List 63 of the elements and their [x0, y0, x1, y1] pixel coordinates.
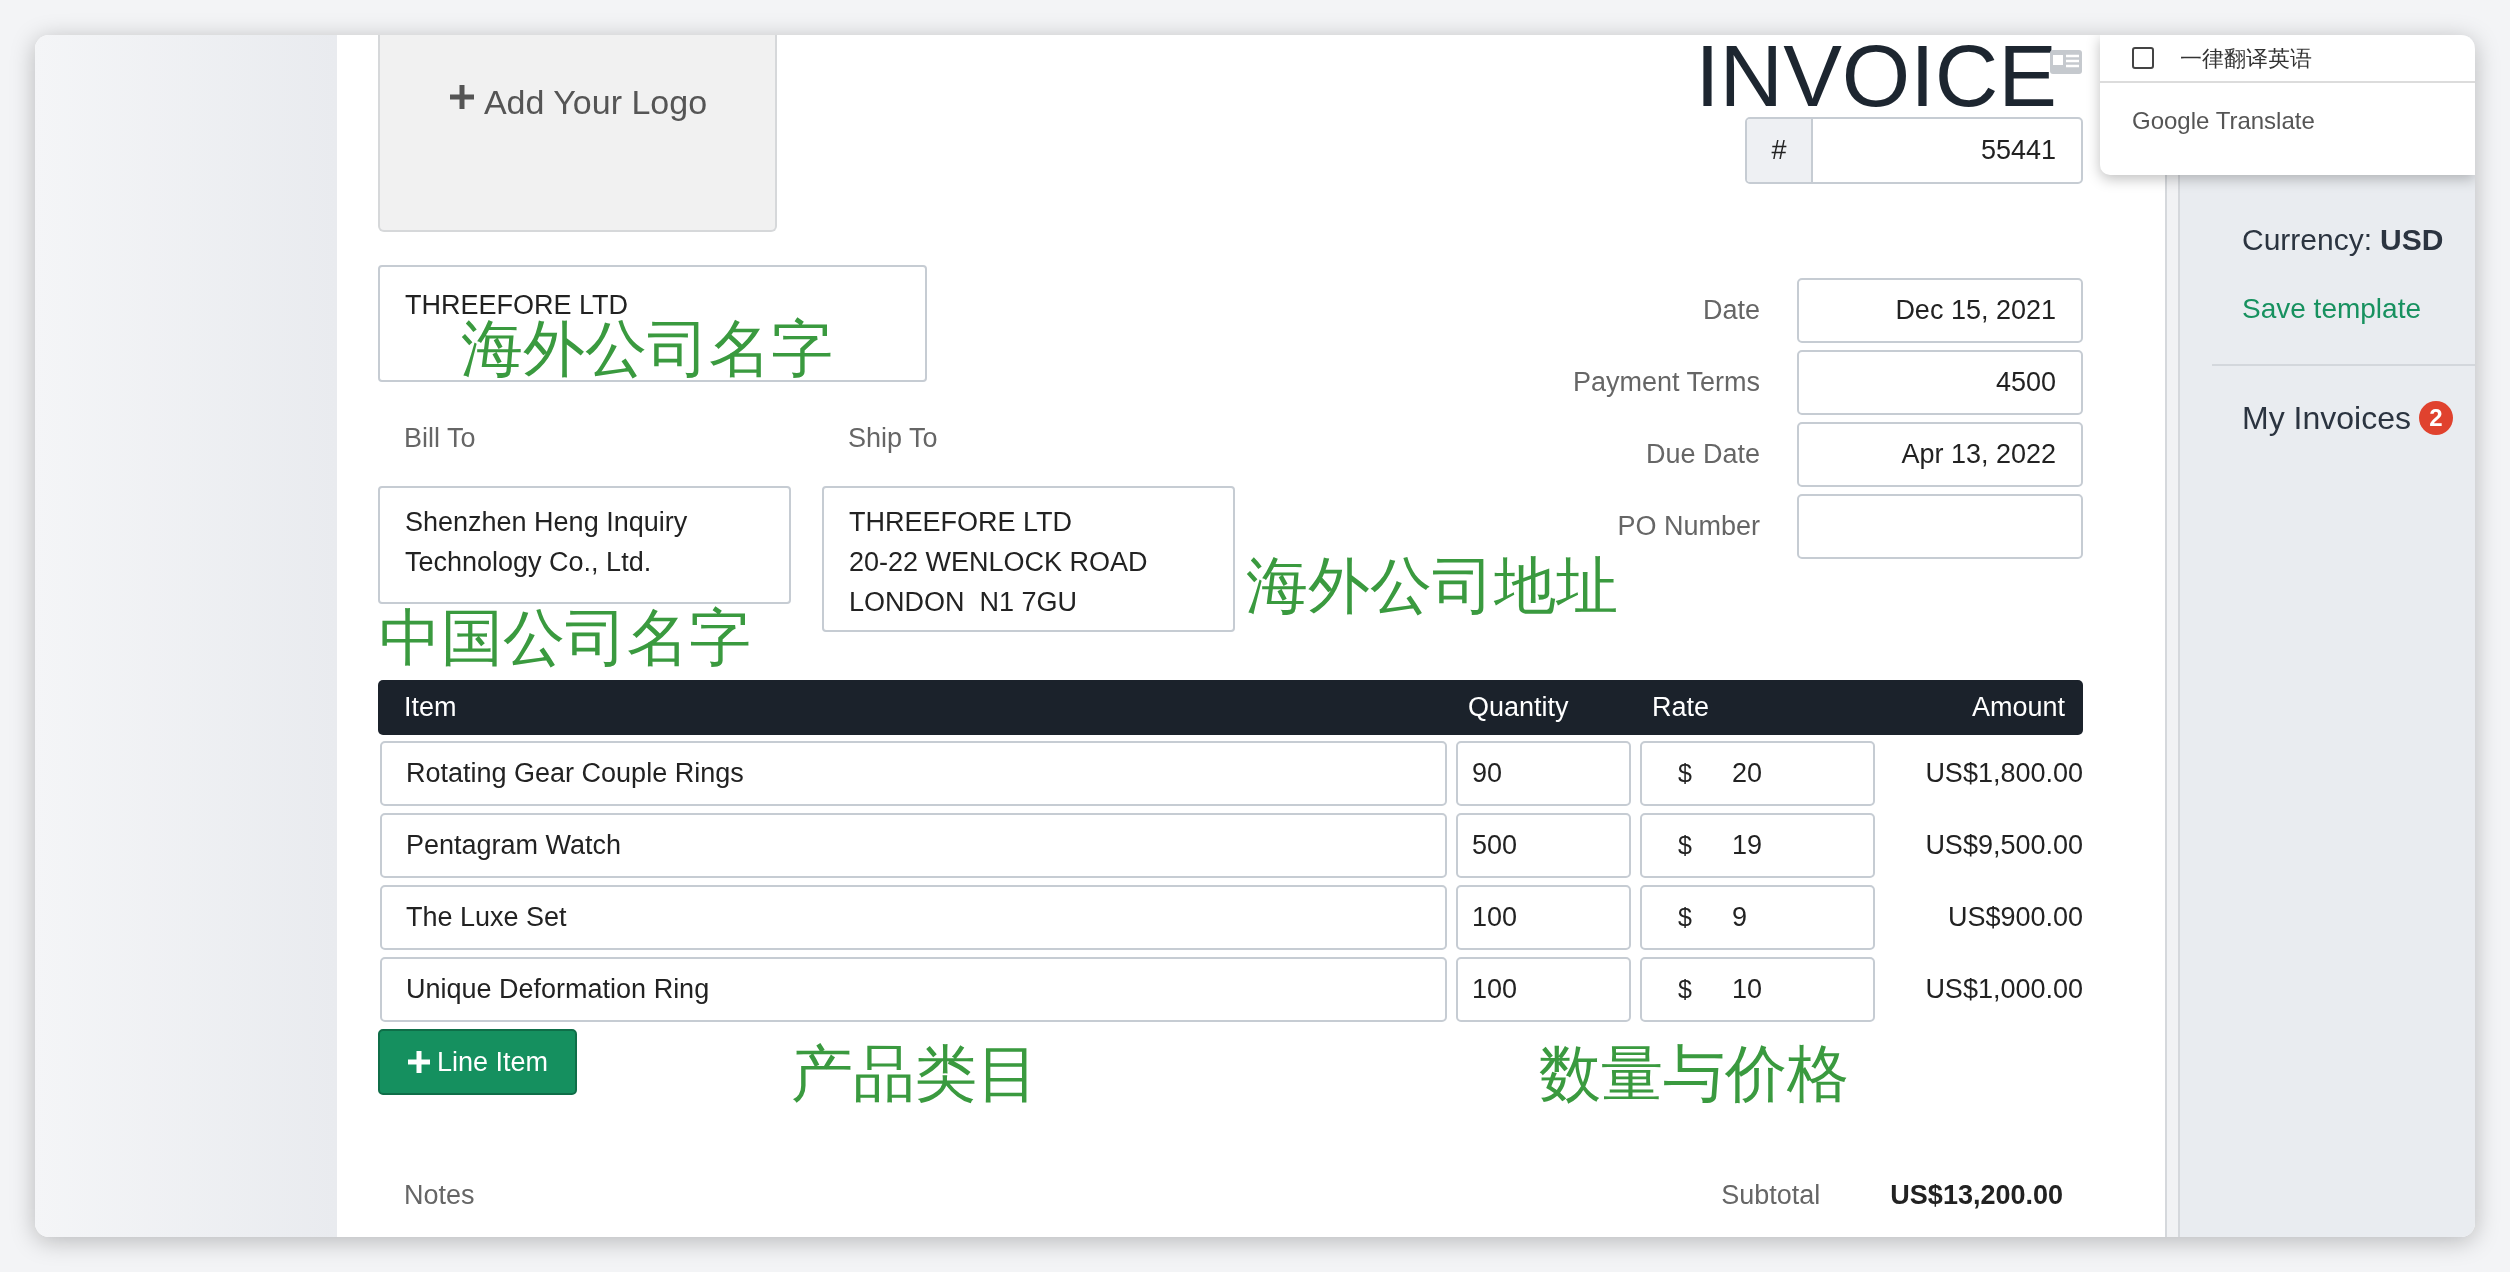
bill-to-field[interactable]: Shenzhen Heng Inquiry Technology Co., Ltd.: [378, 486, 791, 604]
subtotal-label: Subtotal: [1721, 1179, 1821, 1212]
rate-field[interactable]: $ 10: [1640, 957, 1875, 1022]
item-field[interactable]: The Luxe Set: [380, 885, 1447, 950]
rate-field[interactable]: $ 20: [1640, 741, 1875, 806]
column-header: Rate: [1651, 691, 1711, 725]
item-field[interactable]: Unique Deformation Ring: [380, 957, 1447, 1022]
annotation-label: 中国公司名字: [378, 607, 752, 669]
my-invoices-link[interactable]: My Invoices: [2242, 394, 2411, 442]
annotation-label: 海外公司名字: [460, 318, 834, 380]
rate-value: 20: [1731, 757, 1762, 791]
quantity-field[interactable]: 90: [1456, 741, 1631, 806]
invoice-number: 55441: [1979, 134, 2057, 168]
column-header: Amount: [1970, 691, 2066, 725]
invoice-title: INVOICE: [1695, 35, 2057, 117]
plus-icon: [447, 83, 476, 111]
rate-field[interactable]: $ 19: [1640, 813, 1875, 878]
quantity-field[interactable]: 100: [1456, 885, 1631, 950]
amount-value: US$1,000.00: [1924, 973, 2083, 1007]
ship-to-label: Ship To: [847, 422, 939, 455]
translate-brand: Google Translate: [2131, 106, 2316, 136]
meta-field[interactable]: Apr 13, 2022: [1797, 422, 2083, 487]
checkbox[interactable]: [2132, 47, 2154, 69]
column-header: Item: [403, 691, 458, 725]
quantity-field[interactable]: 500: [1456, 813, 1631, 878]
amount-value: US$9,500.00: [1924, 829, 2083, 863]
meta-label: PO Number: [1617, 510, 1760, 544]
meta-field[interactable]: 4500: [1797, 350, 2083, 415]
annotation-label: 数量与价格: [1538, 1043, 1850, 1105]
amount-value: US$1,800.00: [1924, 757, 2083, 791]
bill-to-label: Bill To: [403, 422, 477, 455]
rate-field[interactable]: $ 9: [1640, 885, 1875, 950]
plus-icon: [406, 1050, 431, 1074]
currency-symbol: $: [1678, 757, 1692, 789]
invoice-number-field[interactable]: # 55441: [1745, 117, 2083, 184]
currency-symbol: $: [1678, 901, 1692, 933]
translate-option: 一律翻译英语: [2180, 41, 2312, 75]
notes-label: Notes: [403, 1179, 475, 1212]
ship-to-field[interactable]: THREEFORE LTD 20-22 WENLOCK ROAD LONDON N1 7GU: [822, 486, 1235, 632]
number-prefix: #: [1747, 119, 1813, 182]
currency-label: Currency:: [2242, 222, 2373, 258]
item-field[interactable]: Rotating Gear Couple Rings: [380, 741, 1447, 806]
meta-field[interactable]: Dec 15, 2021: [1797, 278, 2083, 343]
currency-value: USD: [2380, 222, 2444, 258]
currency-symbol: $: [1678, 829, 1692, 861]
column-header: Quantity: [1467, 691, 1570, 725]
rate-value: 19: [1731, 829, 1762, 863]
add-logo-button[interactable]: Add Your Logo: [378, 35, 777, 232]
annotation-label: 海外公司地址: [1245, 555, 1619, 617]
meta-field[interactable]: [1797, 494, 2083, 559]
meta-label: Due Date: [1645, 438, 1760, 472]
item-field[interactable]: Pentagram Watch: [380, 813, 1447, 878]
rate-value: 9: [1731, 901, 1747, 935]
annotation-label: 产品类目: [790, 1043, 1040, 1105]
meta-label: Date: [1702, 294, 1760, 328]
amount-value: US$900.00: [1946, 901, 2083, 935]
meta-label: Payment Terms: [1572, 366, 1760, 400]
count-badge: 2: [2418, 401, 2453, 435]
quantity-field[interactable]: 100: [1456, 957, 1631, 1022]
currency-symbol: $: [1678, 973, 1692, 1005]
subtotal-value: US$13,200.00: [1890, 1179, 2063, 1212]
add-line-item-button[interactable]: Line Item: [378, 1029, 577, 1095]
rate-value: 10: [1731, 973, 1762, 1007]
